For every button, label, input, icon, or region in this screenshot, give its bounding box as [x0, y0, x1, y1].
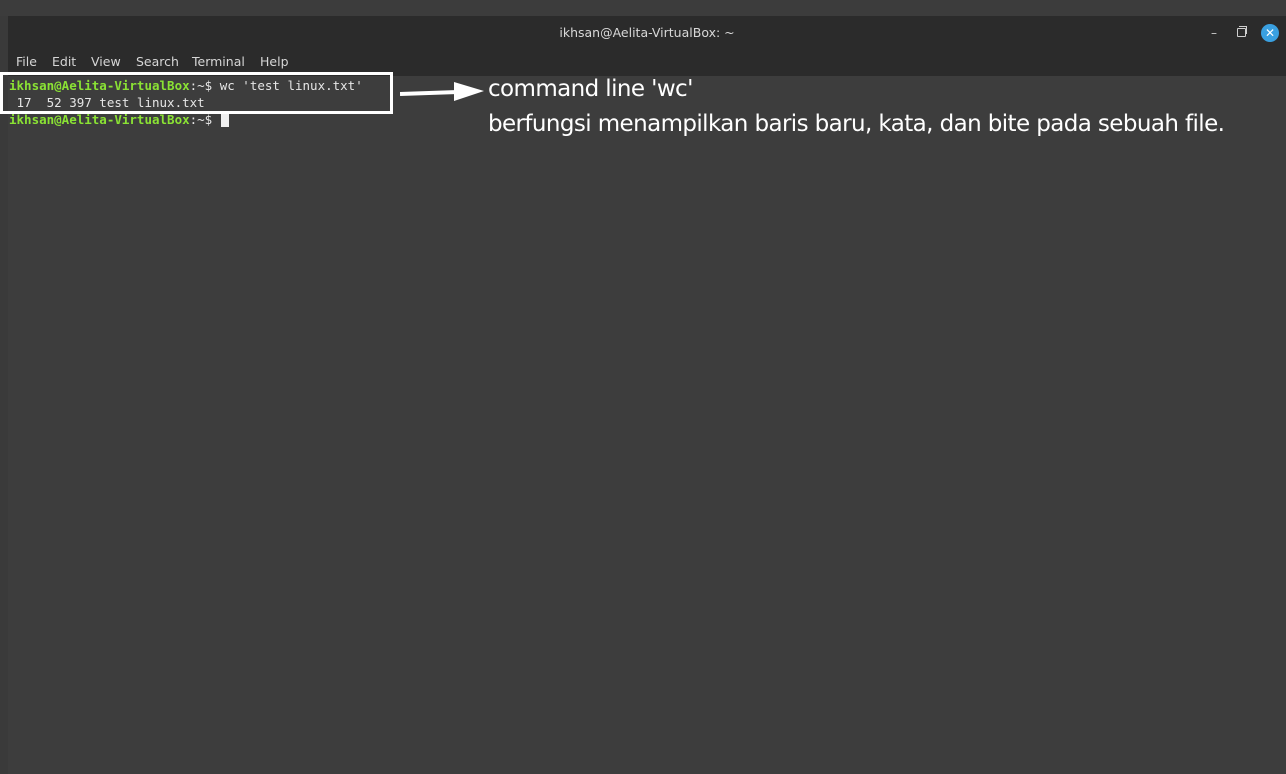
- terminal-area[interactable]: ikhsan@Aelita-VirtualBox:~$ wc 'test lin…: [8, 76, 1286, 774]
- annotation-description: berfungsi menampilkan baris baru, kata, …: [488, 111, 1225, 137]
- menu-help[interactable]: Help: [260, 54, 289, 69]
- close-button[interactable]: ✕: [1261, 24, 1279, 42]
- window-title: ikhsan@Aelita-VirtualBox: ~: [559, 25, 735, 40]
- close-icon: ✕: [1264, 26, 1276, 40]
- minimize-icon: –: [1211, 26, 1217, 40]
- text-cursor: [220, 112, 229, 127]
- title-bar[interactable]: ikhsan@Aelita-VirtualBox: ~ – ✕: [8, 16, 1286, 50]
- menu-view[interactable]: View: [91, 54, 121, 69]
- prompt2-user: ikhsan@Aelita-VirtualBox: [9, 112, 190, 127]
- menu-terminal[interactable]: Terminal: [192, 54, 245, 69]
- maximize-button[interactable]: [1232, 23, 1252, 43]
- menu-edit[interactable]: Edit: [52, 54, 76, 69]
- annotation-title: command line 'wc': [488, 76, 693, 102]
- minimize-button[interactable]: –: [1204, 23, 1224, 43]
- maximize-icon-front: [1237, 28, 1246, 37]
- menu-bar: File Edit View Search Terminal Help: [8, 50, 1286, 74]
- menu-search[interactable]: Search: [136, 54, 179, 69]
- desktop-background: [0, 0, 1286, 16]
- highlight-box: [0, 72, 393, 114]
- arrow-right-icon: [400, 82, 484, 101]
- menu-file[interactable]: File: [16, 54, 37, 69]
- prompt2-suffix: :~$: [189, 112, 220, 127]
